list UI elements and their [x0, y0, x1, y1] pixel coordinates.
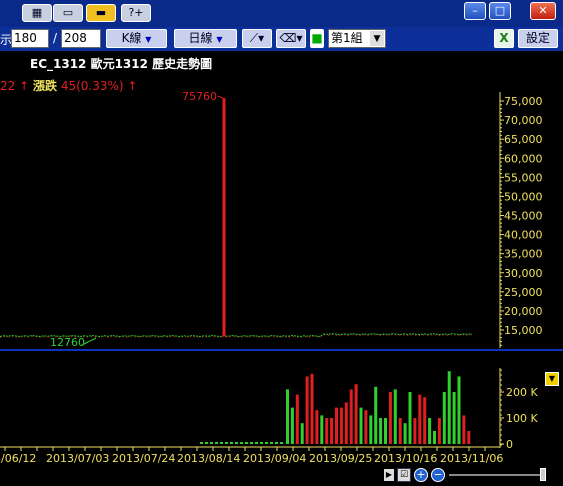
volume-bar: [447, 371, 451, 444]
play-icon: ▶: [385, 470, 393, 479]
volume-bar: [295, 394, 299, 444]
volume-bar: [286, 389, 289, 444]
volume-bar: [442, 392, 446, 444]
volume-tick-label: 200 K: [506, 386, 538, 399]
volume-tick-label: 0: [506, 438, 513, 451]
volume-bar: [349, 389, 353, 444]
volume-bar-small: [225, 442, 228, 444]
price-tick-label: 75,000: [504, 95, 543, 108]
volume-bar-small: [220, 442, 223, 444]
volume-bar: [388, 392, 392, 444]
max-label: 75760: [182, 90, 217, 103]
zoom-slider-thumb[interactable]: [540, 468, 546, 481]
volume-bar-small: [240, 442, 243, 444]
volume-bar-small: [200, 442, 203, 444]
x-tick-label: 2013/09/04: [243, 452, 306, 465]
panel-divider: [0, 349, 563, 351]
scroll-right-button[interactable]: ▶: [384, 469, 394, 481]
status-bar: ▶ ☑ + −: [0, 465, 563, 486]
volume-bar: [423, 397, 427, 444]
volume-bar: [384, 418, 387, 444]
volume-bar: [393, 389, 397, 444]
price-tick-label: 50,000: [504, 190, 543, 203]
zoom-slider-track[interactable]: [449, 474, 544, 476]
checkbox-icon: ☑: [399, 470, 409, 480]
volume-bar: [354, 384, 358, 444]
volume-bar-small: [245, 442, 248, 444]
volume-bar: [369, 415, 373, 444]
volume-bar-small: [215, 442, 218, 444]
volume-bar-small: [265, 442, 268, 444]
volume-bar-small: [275, 442, 278, 444]
volume-bar-small: [205, 442, 208, 444]
volume-bar: [359, 407, 363, 444]
price-tick-label: 20,000: [504, 305, 543, 318]
volume-bar: [403, 423, 407, 444]
volume-bar: [335, 407, 338, 444]
volume-bar: [374, 386, 378, 444]
price-tick-label: 70,000: [504, 114, 543, 127]
x-tick-label: 2013/10/16: [374, 452, 437, 465]
volume-bar: [433, 431, 436, 444]
volume-bar-small: [260, 442, 263, 444]
x-tick-label: 2013/07/24: [112, 452, 175, 465]
volume-bar: [339, 407, 343, 444]
x-tick-label: 2013/08/14: [177, 452, 240, 465]
x-tick-label: 2013/07/03: [46, 452, 109, 465]
volume-bar: [305, 376, 309, 444]
volume-bar-small: [255, 442, 258, 444]
volume-bar: [398, 418, 402, 444]
volume-bar-small: [250, 442, 253, 444]
volume-bar: [437, 418, 441, 444]
volume-bar: [300, 423, 304, 444]
volume-bar-small: [270, 442, 273, 444]
volume-bar: [452, 392, 456, 444]
volume-bar-small: [230, 442, 233, 444]
price-tick-label: 25,000: [504, 286, 543, 299]
price-tick-label: 65,000: [504, 133, 543, 146]
volume-bar: [467, 431, 471, 444]
triangle-down-icon: ▼: [548, 374, 556, 383]
volume-bar: [428, 418, 432, 444]
volume-bar: [320, 415, 324, 444]
price-tick-label: 35,000: [504, 248, 543, 261]
volume-tick-label: 100 K: [506, 412, 538, 425]
x-tick-label: 3/06/12: [0, 452, 36, 465]
price-tick-label: 45,000: [504, 210, 543, 223]
volume-bar: [462, 415, 466, 444]
price-tick-label: 40,000: [504, 229, 543, 242]
volume-bar: [315, 410, 319, 444]
volume-bar: [413, 418, 417, 444]
x-tick-label: 2013/11/06: [440, 452, 503, 465]
chart-type-button[interactable]: ☑: [397, 468, 411, 482]
x-tick-label: 2013/09/25: [309, 452, 372, 465]
volume-bar: [310, 373, 314, 444]
volume-bar-small: [235, 442, 238, 444]
volume-bar: [379, 418, 383, 444]
volume-bar: [344, 402, 348, 444]
zoom-in-button[interactable]: +: [414, 468, 428, 482]
price-tick-label: 15,000: [504, 324, 543, 337]
max-pointer-line: [217, 95, 224, 99]
volume-bar-small: [210, 442, 213, 444]
price-tick-label: 55,000: [504, 171, 543, 184]
volume-bar: [325, 418, 329, 444]
volume-bar: [330, 418, 334, 444]
chart-area[interactable]: 75,000 70,000 65,000 60,000 55,000 50,000 45,0…: [0, 0, 563, 486]
volume-menu-button[interactable]: ▼: [545, 372, 559, 386]
volume-bar-small: [280, 442, 283, 444]
plus-icon: +: [416, 468, 426, 481]
volume-bar: [457, 376, 461, 444]
min-label: 12760: [50, 336, 85, 349]
price-tick-label: 60,000: [504, 152, 543, 165]
minus-icon: −: [433, 468, 443, 481]
price-tick-label: 30,000: [504, 267, 543, 280]
volume-bar: [418, 394, 422, 444]
volume-bar: [290, 407, 294, 444]
zoom-out-button[interactable]: −: [431, 468, 445, 482]
volume-bar: [364, 410, 368, 444]
volume-bar: [408, 392, 412, 444]
